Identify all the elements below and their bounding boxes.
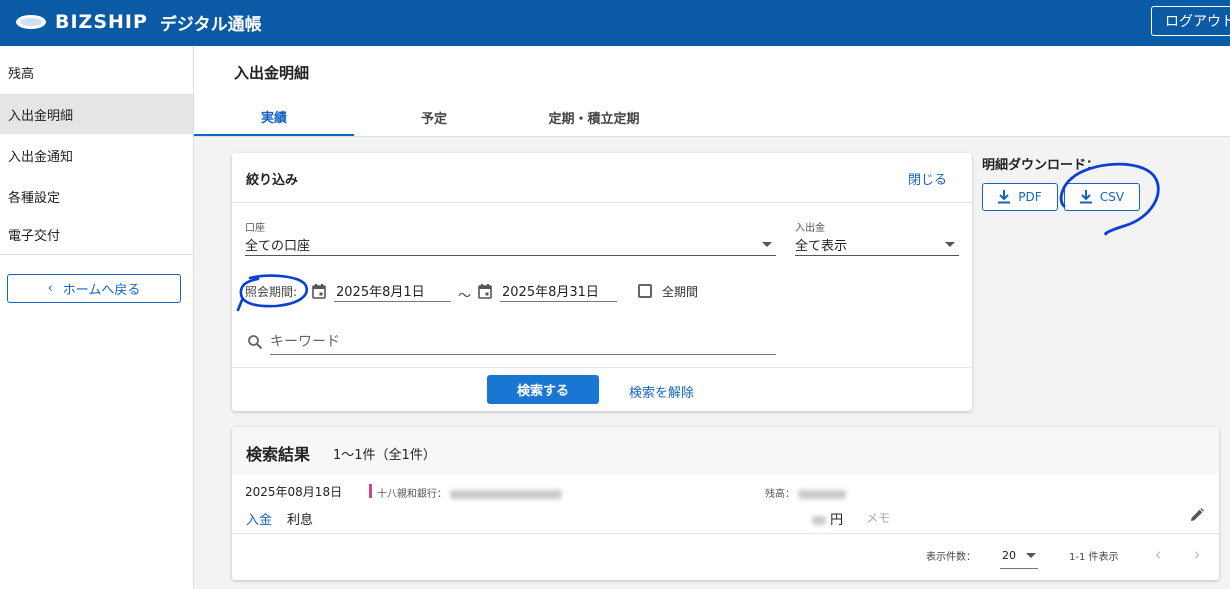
all-period-checkbox[interactable] bbox=[638, 284, 652, 298]
search-icon bbox=[248, 335, 263, 350]
inout-select-value: 全て表示 bbox=[795, 239, 848, 254]
download-csv-label: CSV bbox=[1099, 190, 1125, 204]
balance-label: 残高： bbox=[765, 489, 795, 500]
next-page-button[interactable]: › bbox=[1189, 545, 1205, 565]
transaction-description: 利息 bbox=[287, 513, 314, 528]
clear-search-link[interactable]: 検索を解除 bbox=[629, 382, 694, 401]
deposit-marker bbox=[369, 484, 372, 498]
previous-page-button[interactable]: ‹ bbox=[1150, 545, 1166, 565]
download-pdf-button[interactable]: PDF bbox=[982, 183, 1058, 211]
caret-down-icon bbox=[762, 242, 772, 247]
redacted-account bbox=[450, 489, 563, 499]
logo: BIZSHIP デジタル通帳 bbox=[16, 11, 262, 35]
sidebar-item-settings[interactable]: 各種設定 bbox=[0, 176, 193, 216]
date-from-input[interactable]: 2025年8月1日 bbox=[334, 280, 451, 302]
back-to-home-button[interactable]: ‹ ホームへ戻る bbox=[7, 274, 181, 303]
calendar-icon[interactable] bbox=[312, 284, 326, 299]
transaction-memo[interactable]: メモ bbox=[866, 509, 890, 526]
top-app-bar: BIZSHIP デジタル通帳 ログアウト bbox=[0, 0, 1230, 46]
per-page-value: 20 bbox=[1002, 549, 1016, 562]
redacted-balance bbox=[798, 489, 847, 499]
download-icon bbox=[998, 190, 1011, 204]
keyword-input[interactable] bbox=[270, 329, 776, 355]
transaction-bank-name: 十八親和銀行： bbox=[377, 489, 447, 500]
amount-unit: 円 bbox=[830, 513, 844, 528]
tab-actual[interactable]: 実績 bbox=[194, 98, 354, 136]
account-select-value: 全ての口座 bbox=[245, 239, 311, 254]
caret-down-icon bbox=[945, 242, 955, 247]
download-csv-button[interactable]: CSV bbox=[1064, 183, 1140, 211]
filter-footer-divider bbox=[232, 367, 972, 368]
transaction-type: 入金 bbox=[246, 513, 273, 528]
inout-label: 入出金 bbox=[795, 223, 825, 234]
account-select[interactable]: 全ての口座 bbox=[245, 234, 776, 256]
download-icon bbox=[1079, 190, 1092, 204]
all-period-label: 全期間 bbox=[662, 285, 699, 299]
results-divider bbox=[232, 533, 1219, 534]
account-label: 口座 bbox=[245, 223, 265, 234]
results-header: 検索結果 1〜1件（全1件） bbox=[232, 427, 1219, 474]
bizship-logo-icon bbox=[16, 15, 46, 29]
chevron-left-icon: ‹ bbox=[47, 281, 53, 296]
transaction-balance: 残高： bbox=[765, 485, 847, 500]
search-button[interactable]: 検索する bbox=[487, 375, 599, 404]
inout-select[interactable]: 全て表示 bbox=[795, 234, 959, 256]
per-page-select[interactable]: 20 bbox=[1000, 543, 1038, 569]
download-pdf-label: PDF bbox=[1018, 190, 1042, 204]
results-count: 1〜1件（全1件） bbox=[333, 448, 436, 463]
filter-close-link[interactable]: 閉じる bbox=[908, 169, 947, 188]
tab-fixed-deposit[interactable]: 定期・積立定期 bbox=[514, 98, 674, 136]
transaction-date: 2025年08月18日 bbox=[245, 485, 343, 499]
transaction-amount: 円 bbox=[812, 509, 843, 528]
calendar-icon[interactable] bbox=[478, 284, 492, 299]
tab-scheduled[interactable]: 予定 bbox=[354, 98, 514, 136]
filter-title: 絞り込み bbox=[246, 173, 299, 188]
transaction-bank: 十八親和銀行： bbox=[377, 485, 563, 500]
brand-name: BIZSHIP bbox=[55, 11, 148, 33]
sidebar-item-notifications[interactable]: 入出金通知 bbox=[0, 135, 193, 175]
sidebar-item-transactions[interactable]: 入出金明細 bbox=[0, 94, 193, 134]
date-range-separator: ～ bbox=[458, 289, 472, 304]
results-card: 検索結果 1〜1件（全1件） 2025年08月18日 十八親和銀行： 残高： 入… bbox=[232, 427, 1219, 580]
filter-divider bbox=[232, 202, 972, 203]
sidebar-item-e-delivery[interactable]: 電子交付 bbox=[0, 214, 193, 254]
caret-down-icon bbox=[1026, 553, 1036, 558]
results-title: 検索結果 bbox=[246, 445, 311, 464]
filter-card: 絞り込み 閉じる 口座 全ての口座 入出金 全て表示 照会期間: 2025年8月… bbox=[232, 153, 972, 411]
period-label: 照会期間: bbox=[245, 285, 298, 299]
logout-button[interactable]: ログアウト bbox=[1151, 6, 1230, 36]
app-title: デジタル通帳 bbox=[159, 14, 262, 35]
per-page-label: 表示件数： bbox=[926, 552, 976, 563]
page-header: 入出金明細 実績 予定 定期・積立定期 bbox=[194, 46, 1230, 137]
sidebar: 残高 入出金明細 入出金通知 各種設定 電子交付 ‹ ホームへ戻る bbox=[0, 46, 194, 589]
sidebar-item-balance[interactable]: 残高 bbox=[0, 52, 193, 92]
back-to-home-label: ホームへ戻る bbox=[62, 283, 141, 298]
page-range-label: 1-1 件表示 bbox=[1069, 552, 1119, 563]
edit-pencil-icon[interactable] bbox=[1189, 507, 1205, 523]
sidebar-divider bbox=[0, 254, 193, 255]
date-to-input[interactable]: 2025年8月31日 bbox=[500, 280, 617, 302]
download-title: 明細ダウンロード： bbox=[982, 158, 1100, 173]
redacted-amount bbox=[812, 516, 826, 525]
page-title: 入出金明細 bbox=[234, 64, 310, 82]
